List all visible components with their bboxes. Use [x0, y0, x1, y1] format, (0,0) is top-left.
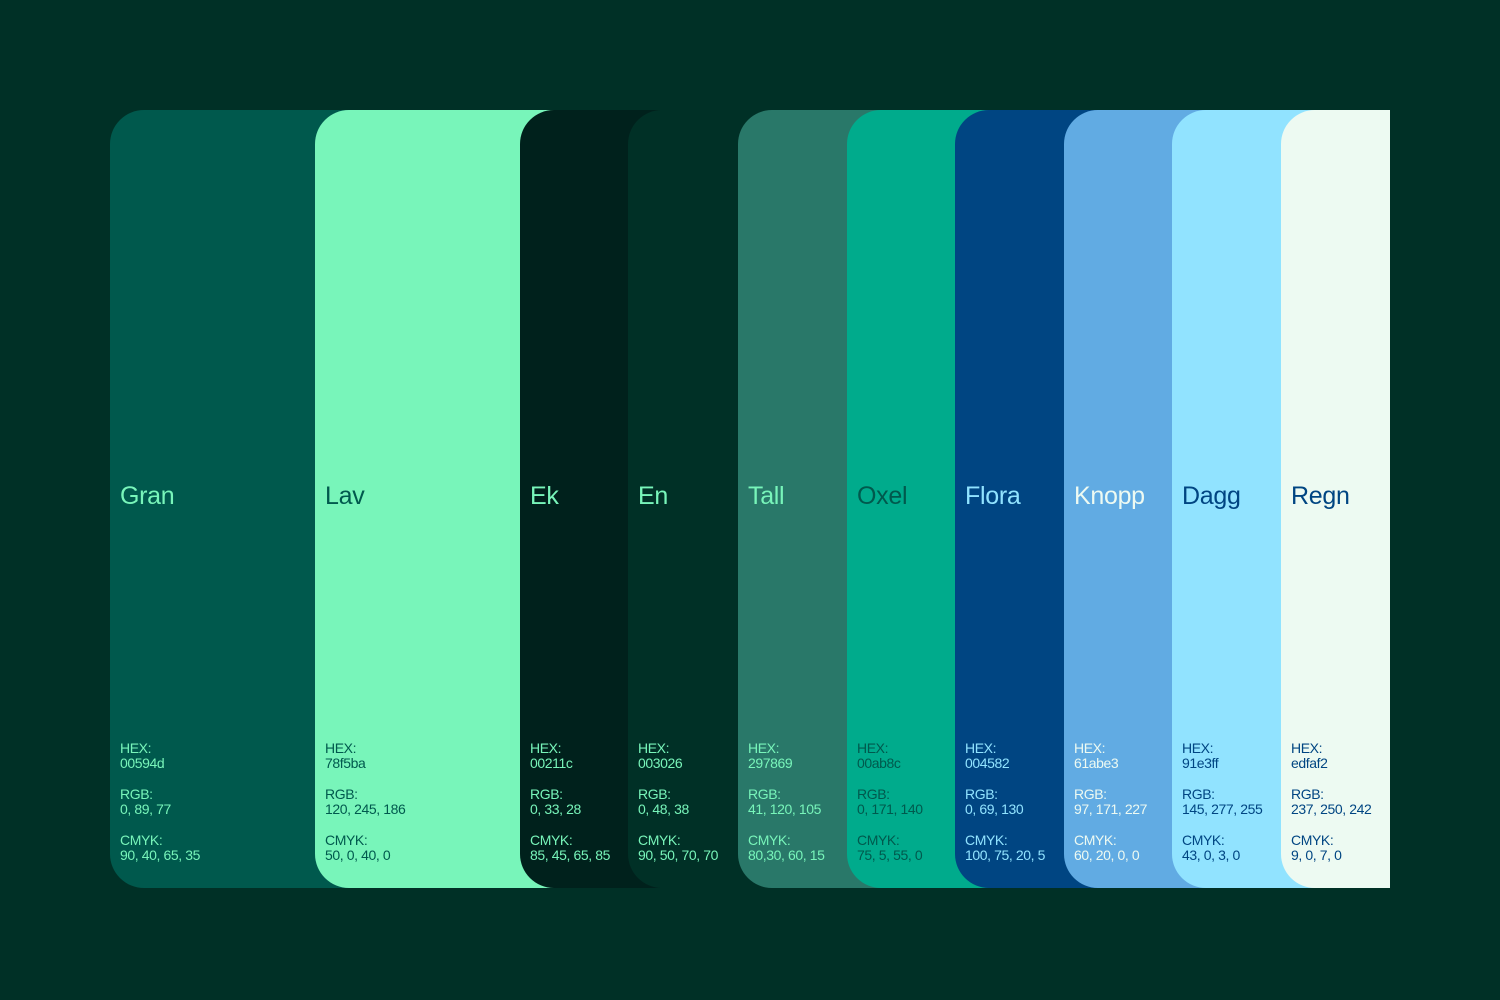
hex-label: HEX:	[748, 740, 780, 756]
cmyk-value: 43, 0, 3, 0	[1182, 847, 1240, 863]
hex-value: edfaf2	[1291, 755, 1328, 771]
hex-label: HEX:	[325, 740, 357, 756]
rgb-value: 41, 120, 105	[748, 801, 822, 817]
hex-label: HEX:	[857, 740, 889, 756]
rgb-label: RGB:	[530, 786, 563, 802]
cmyk-label: CMYK:	[1182, 832, 1225, 848]
cmyk-value: 9, 0, 7, 0	[1291, 847, 1342, 863]
swatch-name: Dagg	[1182, 482, 1241, 510]
rgb-label: RGB:	[965, 786, 998, 802]
swatch-info: HEX: 00594d RGB: 0, 89, 77 CMYK: 90, 40, 65…	[120, 741, 200, 863]
cmyk-label: CMYK:	[748, 832, 791, 848]
rgb-value: 0, 33, 28	[530, 801, 581, 817]
cmyk-value: 90, 50, 70, 70	[638, 847, 719, 863]
hex-value: 00211c	[530, 755, 573, 771]
swatch-info: HEX: 00211c RGB: 0, 33, 28 CMYK: 85, 45, 65…	[530, 741, 610, 863]
hex-label: HEX:	[638, 740, 670, 756]
rgb-value: 97, 171, 227	[1074, 801, 1148, 817]
cmyk-label: CMYK:	[120, 832, 163, 848]
swatch-name: Regn	[1291, 482, 1350, 510]
rgb-value: 120, 245, 186	[325, 801, 406, 817]
hex-value: 297869	[748, 755, 793, 771]
cmyk-value: 80,30, 60, 15	[748, 847, 825, 863]
swatch-name: Gran	[120, 482, 175, 510]
hex-value: 004582	[965, 755, 1010, 771]
cmyk-label: CMYK:	[530, 832, 573, 848]
swatch-info: HEX: 78f5ba RGB: 120, 245, 186 CMYK: 50, 0,…	[325, 740, 406, 863]
swatch-name: Flora	[965, 482, 1021, 510]
rgb-value: 0, 171, 140	[857, 801, 923, 817]
rgb-label: RGB:	[857, 786, 890, 802]
rgb-value: 237, 250, 242	[1291, 801, 1372, 817]
rgb-label: RGB:	[120, 786, 153, 802]
swatch-info: HEX: 00ab8c RGB: 0, 171, 140 CMYK: 75, 5, 5…	[857, 741, 923, 863]
cmyk-label: CMYK:	[1074, 832, 1117, 848]
cmyk-label: CMYK:	[325, 832, 368, 848]
rgb-label: RGB:	[325, 786, 358, 802]
swatch-name: Oxel	[857, 482, 908, 510]
swatch-info: HEX: 91e3ff RGB: 145, 277, 255 CMYK: 43, 0,…	[1182, 740, 1263, 863]
swatch-info: HEX: 003026 RGB: 0, 48, 38 CMYK: 90, 50, 70…	[638, 741, 718, 863]
rgb-value: 0, 89, 77	[120, 801, 171, 817]
color-palette: Gran HEX: 00594d RGB: 0, 89, 77 CMYK: 90, 4…	[110, 110, 1390, 888]
rgb-label: RGB:	[1182, 786, 1215, 802]
swatch-name: En	[638, 482, 668, 510]
swatch-info: HEX: edfaf2 RGB: 237, 250, 242 CMYK: 9, 0, …	[1291, 740, 1372, 863]
cmyk-value: 85, 45, 65, 85	[530, 847, 611, 863]
cmyk-value: 100, 75, 20, 5	[965, 847, 1046, 863]
cmyk-label: CMYK:	[638, 832, 681, 848]
rgb-value: 0, 69, 130	[965, 801, 1024, 817]
rgb-value: 0, 48, 38	[638, 801, 689, 817]
cmyk-value: 75, 5, 55, 0	[857, 847, 923, 863]
hex-label: HEX:	[965, 740, 997, 756]
cmyk-value: 50, 0, 40, 0	[325, 847, 391, 863]
swatch-name: Lav	[325, 482, 365, 510]
rgb-label: RGB:	[1074, 786, 1107, 802]
swatch-name: Tall	[748, 482, 785, 510]
rgb-label: RGB:	[638, 786, 671, 802]
rgb-label: RGB:	[1291, 786, 1324, 802]
swatch-regn: Regn HEX: edfaf2 RGB: 237, 250, 242 CMYK: 9…	[1281, 110, 1390, 888]
rgb-value: 145, 277, 255	[1182, 801, 1263, 817]
cmyk-label: CMYK:	[1291, 832, 1334, 848]
hex-label: HEX:	[1291, 740, 1323, 756]
swatch-info: HEX: 61abe3 RGB: 97, 171, 227 CMYK: 60, 20,…	[1074, 741, 1147, 863]
cmyk-label: CMYK:	[857, 832, 900, 848]
rgb-label: RGB:	[748, 786, 781, 802]
hex-label: HEX:	[1074, 740, 1106, 756]
swatch-info: HEX: 297869 RGB: 41, 120, 105 CMYK: 80,30, …	[748, 741, 825, 863]
hex-value: 91e3ff	[1182, 755, 1219, 771]
hex-label: HEX:	[120, 740, 152, 756]
swatch-name: Knopp	[1074, 482, 1145, 510]
hex-value: 00594d	[120, 755, 165, 771]
cmyk-label: CMYK:	[965, 832, 1008, 848]
hex-value: 78f5ba	[325, 755, 366, 771]
hex-label: HEX:	[530, 740, 562, 756]
swatch-name: Ek	[530, 482, 559, 510]
cmyk-value: 60, 20, 0, 0	[1074, 847, 1140, 863]
hex-value: 00ab8c	[857, 755, 901, 771]
hex-value: 003026	[638, 755, 683, 771]
hex-label: HEX:	[1182, 740, 1214, 756]
swatch-info: HEX: 004582 RGB: 0, 69, 130 CMYK: 100, 75, …	[965, 741, 1045, 863]
cmyk-value: 90, 40, 65, 35	[120, 847, 201, 863]
hex-value: 61abe3	[1074, 755, 1119, 771]
